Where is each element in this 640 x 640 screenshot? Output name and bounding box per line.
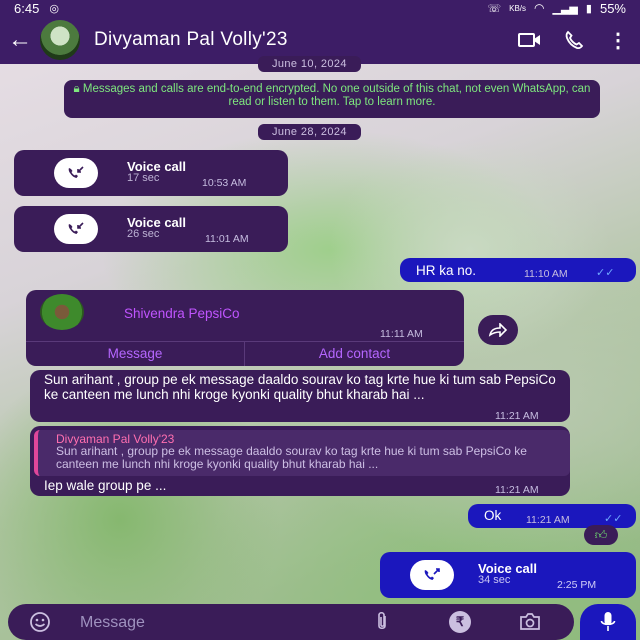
forward-icon[interactable] — [478, 315, 518, 345]
battery-level: 55% — [599, 0, 626, 16]
message-time: 10:53 AM — [202, 177, 247, 189]
status-time: 6:45 — [14, 0, 40, 16]
message-input[interactable]: Message — [80, 614, 145, 632]
net-speed: KB/s — [509, 3, 527, 13]
call-status-icon: ☏ — [487, 2, 502, 15]
rupee-icon[interactable]: ₹ — [448, 610, 472, 634]
thumbs-up-icon[interactable]: 👍︎ — [584, 525, 618, 545]
double-check-icon: ✓✓ — [604, 513, 623, 525]
incoming-call-icon — [54, 214, 98, 244]
battery-icon: ▮ — [585, 2, 592, 15]
quoted-text: Sun arihant , group pe ek message daaldo… — [56, 444, 527, 471]
message-text: Iep wale group pe ... — [44, 478, 167, 493]
call-duration: 26 sec — [127, 228, 160, 240]
voice-call-bubble[interactable]: Voice call 34 sec 2:25 PM — [380, 552, 636, 598]
incoming-call-icon — [54, 158, 98, 188]
phone-icon[interactable] — [552, 30, 596, 50]
avatar[interactable] — [40, 20, 80, 60]
message-time: 11:11 AM — [380, 328, 423, 340]
encryption-text: Messages and calls are end-to-end encryp… — [82, 83, 591, 108]
outgoing-message[interactable]: Ok 11:21 AM ✓✓ — [468, 504, 636, 528]
call-duration: 17 sec — [127, 172, 160, 184]
incoming-reply-message[interactable]: Divyaman Pal Volly'23 Sun arihant , grou… — [30, 426, 570, 496]
message-time: 11:01 AM — [205, 233, 249, 245]
date-chip: June 28, 2024 — [258, 124, 361, 140]
encryption-notice[interactable]: 🔒︎ Messages and calls are end-to-end enc… — [64, 80, 600, 118]
contact-name: Shivendra PepsiCo — [124, 306, 240, 321]
message-text: HR ka no. — [416, 263, 477, 278]
wifi-icon: ◠ — [534, 1, 545, 15]
contact-name[interactable]: Divyaman Pal Volly'23 — [94, 29, 508, 51]
camera-icon[interactable] — [518, 610, 542, 634]
message-time: 11:10 AM — [524, 268, 568, 280]
call-duration: 34 sec — [478, 574, 511, 586]
status-bar: 6:45 ◎ ☏ KB/s ◠ ▁▃▅ ▮ 55% — [0, 0, 640, 16]
contact-card[interactable]: Shivendra PepsiCo 11:11 AM Message Add c… — [26, 290, 464, 366]
double-check-icon: ✓✓ — [596, 267, 615, 279]
mic-icon[interactable] — [580, 604, 636, 640]
contact-avatar — [40, 294, 84, 330]
outgoing-message[interactable]: HR ka no. 11:10 AM ✓✓ — [400, 258, 636, 282]
message-composer: Message ₹ — [8, 604, 574, 640]
emoji-icon[interactable] — [28, 610, 52, 634]
message-time: 11:21 AM — [495, 484, 539, 496]
lock-icon: 🔒︎ — [73, 83, 83, 95]
quoted-message[interactable]: Divyaman Pal Volly'23 Sun arihant , grou… — [34, 430, 570, 476]
incoming-message[interactable]: Sun arihant , group pe ek message daaldo… — [30, 370, 570, 422]
more-vert-icon[interactable]: ⋮ — [596, 28, 640, 53]
message-text: Sun arihant , group pe ek message daaldo… — [44, 372, 556, 402]
signal-icon: ▁▃▅ — [552, 2, 578, 15]
add-contact-button[interactable]: Add contact — [245, 346, 464, 361]
video-call-icon[interactable] — [508, 31, 552, 49]
attach-icon[interactable] — [370, 610, 394, 634]
date-chip: June 10, 2024 — [258, 56, 361, 72]
message-text: Ok — [484, 508, 502, 523]
message-time: 2:25 PM — [557, 579, 597, 591]
voice-call-bubble[interactable]: Voice call 26 sec 11:01 AM — [14, 206, 288, 252]
card-divider — [26, 341, 464, 342]
back-arrow-icon[interactable]: ← — [0, 26, 40, 54]
voice-call-bubble[interactable]: Voice call 17 sec 10:53 AM — [14, 150, 288, 196]
message-time: 11:21 AM — [495, 410, 539, 422]
notification-icon: ◎ — [49, 2, 59, 15]
message-contact-button[interactable]: Message — [26, 346, 244, 361]
message-time: 11:21 AM — [526, 514, 570, 526]
outgoing-call-icon — [410, 560, 454, 590]
